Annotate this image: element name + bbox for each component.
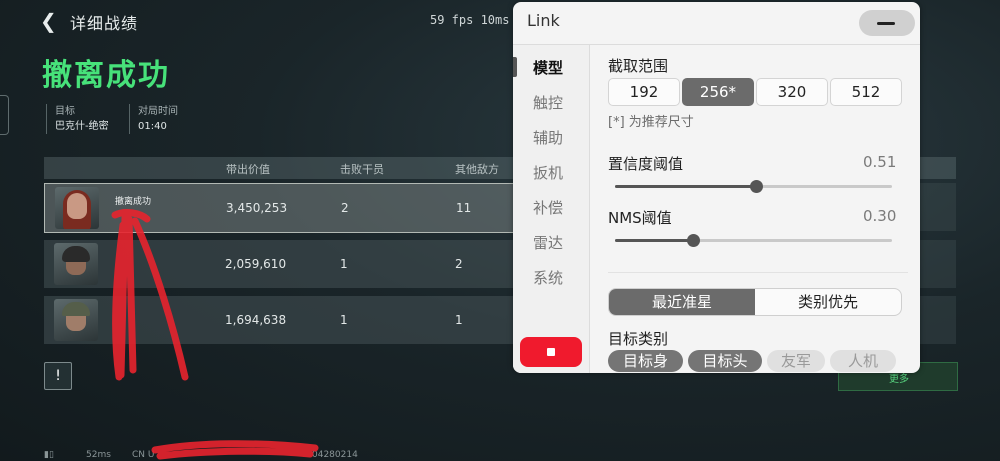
nav-item-trigger[interactable]: 扳机 <box>513 155 589 189</box>
nav-item-model[interactable]: 模型 <box>513 50 589 84</box>
confidence-label: 置信度阈值 <box>608 155 684 173</box>
chip-bots[interactable]: 人机 <box>830 350 896 372</box>
section-divider <box>608 272 908 273</box>
avatar <box>55 187 99 229</box>
chip-target-head[interactable]: 目标头 <box>688 350 762 372</box>
recommended-hint: [*] 为推荐尺寸 <box>608 115 694 130</box>
confidence-slider-knob[interactable] <box>750 180 764 193</box>
col-header-others: 其他敌方 <box>455 163 499 176</box>
meta-target: 目标 巴克什-绝密 <box>46 104 109 134</box>
meta-target-label: 目标 <box>55 106 75 117</box>
meta-duration: 对局时间 01:40 <box>129 104 178 134</box>
red-marker-scribble <box>111 208 189 381</box>
minus-icon <box>877 22 895 25</box>
targeting-mode-toggle: 最近准星 类别优先 <box>608 288 902 316</box>
stop-icon <box>547 348 555 356</box>
battery-icon: ▮▯ <box>44 450 54 460</box>
meta-duration-label: 对局时间 <box>138 106 178 117</box>
nav-item-system[interactable]: 系统 <box>513 260 589 294</box>
chip-target-body[interactable]: 目标身 <box>608 350 683 372</box>
avatar <box>54 243 98 285</box>
target-class-label: 目标类别 <box>608 330 669 348</box>
nms-value: 0.30 <box>863 207 897 225</box>
nav-item-assist[interactable]: 辅助 <box>513 120 589 154</box>
stop-button[interactable] <box>520 337 582 367</box>
nms-label: NMS阈值 <box>608 209 672 227</box>
nav-item-radar[interactable]: 雷达 <box>513 225 589 259</box>
chip-friendly[interactable]: 友军 <box>767 350 825 372</box>
link-panel: Link 模型 触控 辅助 扳机 补偿 雷达 系统 截取范围 192 256* … <box>513 2 920 373</box>
red-marker-underline <box>151 440 319 460</box>
row-value: 3,450,253 <box>226 201 288 215</box>
nms-slider[interactable] <box>615 234 892 247</box>
page-title: 详细战绩 <box>70 14 139 33</box>
row-others: 2 <box>455 257 463 271</box>
back-arrow-icon[interactable]: ❮ <box>40 10 62 32</box>
warning-icon[interactable]: ! <box>44 362 72 390</box>
avatar <box>54 299 98 341</box>
mode-nearest-crosshair[interactable]: 最近准星 <box>609 289 755 315</box>
mode-class-priority[interactable]: 类别优先 <box>755 289 901 315</box>
nms-slider-fill <box>615 239 693 242</box>
meta-duration-value: 01:40 <box>138 121 167 132</box>
capture-range-label: 截取范围 <box>608 57 669 75</box>
row-others: 1 <box>455 313 463 327</box>
nms-slider-knob[interactable] <box>686 234 700 247</box>
panel-title: Link <box>527 11 560 30</box>
panel-nav: 模型 触控 辅助 扳机 补偿 雷达 系统 <box>513 45 590 373</box>
result-title: 撤离成功 <box>42 58 170 93</box>
confidence-slider[interactable] <box>615 180 892 193</box>
row-kills: 2 <box>341 201 349 215</box>
fps-readout: 59 fps 10ms <box>430 13 510 27</box>
row-kills: 1 <box>340 257 348 271</box>
confidence-slider-fill <box>615 185 757 188</box>
confidence-value: 0.51 <box>863 153 897 171</box>
capture-option-192[interactable]: 192 <box>608 78 680 106</box>
minimize-button[interactable] <box>859 10 915 36</box>
col-header-value: 带出价值 <box>226 163 270 176</box>
side-tab[interactable] <box>0 95 9 135</box>
capture-option-512[interactable]: 512 <box>830 78 902 106</box>
capture-option-256[interactable]: 256* <box>682 78 754 106</box>
nav-item-touch[interactable]: 触控 <box>513 85 589 119</box>
row-value: 2,059,610 <box>225 257 287 271</box>
col-header-kills: 击败干员 <box>340 163 384 176</box>
meta-target-value: 巴克什-绝密 <box>55 121 109 132</box>
row-kills: 1 <box>340 313 348 327</box>
row-others: 11 <box>456 201 472 215</box>
capture-option-320[interactable]: 320 <box>756 78 828 106</box>
row-value: 1,694,638 <box>225 313 287 327</box>
ping-readout: 52ms <box>86 450 111 460</box>
nav-item-compensation[interactable]: 补偿 <box>513 190 589 224</box>
